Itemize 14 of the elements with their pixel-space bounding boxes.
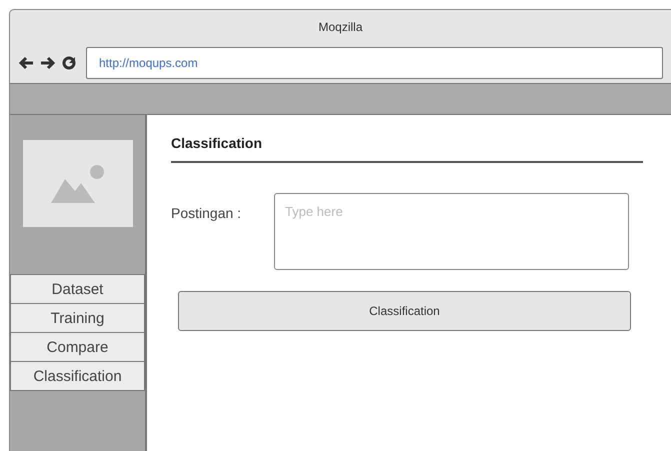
sidebar-item[interactable]: Dataset <box>10 274 145 304</box>
forward-icon[interactable] <box>40 56 56 70</box>
sidebar-item[interactable]: Training <box>10 303 145 333</box>
reload-icon[interactable] <box>62 56 76 70</box>
section-heading: Classification <box>171 135 643 163</box>
post-field[interactable]: Type here <box>274 193 629 270</box>
address-field[interactable]: http://moqups.com <box>86 47 663 79</box>
window-title: Moqzilla <box>318 20 362 34</box>
field-label: Postingan : <box>171 204 242 223</box>
back-icon[interactable] <box>18 56 34 70</box>
image-icon <box>50 164 104 202</box>
sidebar-item[interactable]: Classification <box>10 361 145 391</box>
sidebar-item[interactable]: Compare <box>10 332 145 362</box>
classification-button[interactable]: Classification <box>178 291 631 331</box>
